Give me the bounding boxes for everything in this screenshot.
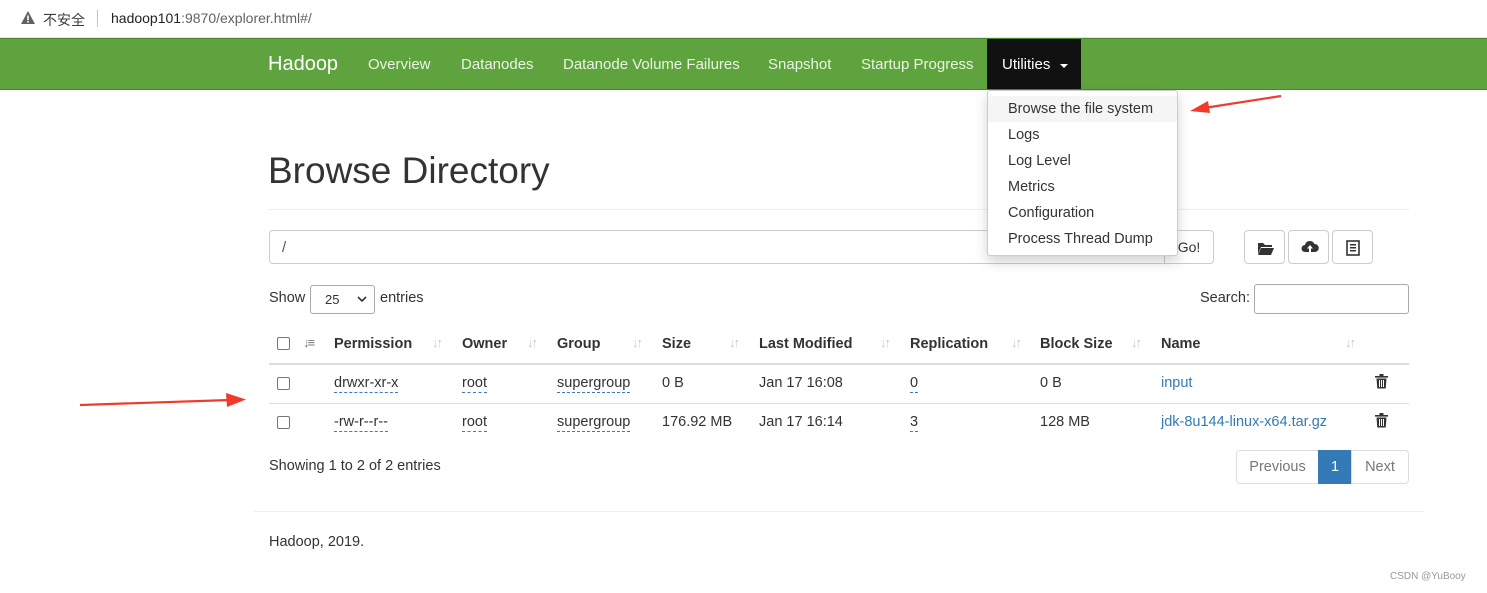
sort-icon[interactable]: ↓↑: [432, 335, 443, 350]
sort-icon[interactable]: ↓↑: [880, 335, 891, 350]
footer-divider: [254, 511, 1424, 512]
annotation-arrow-icon: [79, 393, 246, 407]
browser-address-bar: 不安全 hadoop101:9870/explorer.html#/: [0, 0, 1487, 38]
nav-snapshot[interactable]: Snapshot: [768, 56, 831, 73]
column-header-size[interactable]: Size: [662, 336, 691, 352]
column-header-name[interactable]: Name: [1161, 336, 1201, 352]
column-header-replication[interactable]: Replication: [910, 336, 988, 352]
url-text[interactable]: hadoop101:9870/explorer.html#/: [111, 10, 312, 26]
select-all-checkbox[interactable]: [277, 337, 290, 350]
sort-icon[interactable]: ↓↑: [1011, 335, 1022, 350]
row-checkbox[interactable]: [277, 377, 290, 390]
sort-icon[interactable]: ↓↑: [527, 335, 538, 350]
watermark: CSDN @YuBooy: [1390, 571, 1466, 582]
block-size-cell: 0 B: [1040, 375, 1062, 391]
block-size-cell: 128 MB: [1040, 414, 1090, 430]
permission-cell[interactable]: -rw-r--r--: [334, 414, 388, 432]
show-label: Show: [269, 290, 306, 306]
table-header-divider: [269, 363, 1409, 365]
search-label: Search:: [1200, 290, 1250, 306]
owner-cell[interactable]: root: [462, 375, 487, 393]
search-input[interactable]: [1254, 284, 1409, 314]
group-cell[interactable]: supergroup: [557, 375, 631, 393]
top-navbar: Hadoop Overview Datanodes Datanode Volum…: [0, 38, 1487, 90]
column-header-permission[interactable]: Permission: [334, 336, 412, 352]
size-cell: 0 B: [662, 375, 684, 391]
page-title: Browse Directory: [268, 150, 550, 191]
pagination-next[interactable]: Next: [1351, 450, 1409, 484]
column-header-last-modified[interactable]: Last Modified: [759, 336, 852, 352]
nav-overview[interactable]: Overview: [368, 56, 431, 73]
table-info: Showing 1 to 2 of 2 entries: [269, 458, 441, 474]
chevron-down-icon: [357, 296, 367, 303]
replication-cell[interactable]: 3: [910, 414, 919, 432]
menu-item-logs[interactable]: Logs: [988, 122, 1177, 148]
navbar-brand[interactable]: Hadoop: [268, 53, 338, 76]
trash-icon[interactable]: [1375, 374, 1388, 389]
address-separator: [97, 10, 98, 27]
row-checkbox[interactable]: [277, 416, 290, 429]
url-host: hadoop101: [111, 10, 182, 26]
last-modified-cell: Jan 17 16:08: [759, 375, 843, 391]
upload-files-button[interactable]: [1288, 230, 1329, 264]
header-divider: [268, 209, 1409, 210]
nav-datanodes[interactable]: Datanodes: [461, 56, 534, 73]
sort-asc-icon[interactable]: ↓≡: [303, 335, 315, 350]
permission-cell[interactable]: drwxr-xr-x: [334, 375, 399, 393]
row-divider: [269, 403, 1409, 404]
nav-datanode-volume-failures[interactable]: Datanode Volume Failures: [563, 56, 740, 73]
last-modified-cell: Jan 17 16:14: [759, 414, 843, 430]
menu-item-process-thread-dump[interactable]: Process Thread Dump: [988, 226, 1177, 252]
pagination-previous[interactable]: Previous: [1236, 450, 1319, 484]
warning-icon: [21, 11, 35, 24]
replication-cell[interactable]: 0: [910, 375, 919, 393]
utilities-dropdown-menu: Browse the file system Logs Log Level Me…: [987, 90, 1178, 256]
file-name-link[interactable]: jdk-8u144-linux-x64.tar.gz: [1161, 414, 1327, 430]
menu-item-configuration[interactable]: Configuration: [988, 200, 1177, 226]
sort-icon[interactable]: ↓↑: [1345, 335, 1356, 350]
size-cell: 176.92 MB: [662, 414, 733, 430]
caret-down-icon: [1060, 64, 1068, 68]
url-path: :9870/explorer.html#/: [181, 10, 312, 26]
cloud-upload-icon: [1301, 240, 1319, 254]
entries-label: entries: [380, 290, 424, 306]
column-header-group[interactable]: Group: [557, 336, 601, 352]
cut-paste-button[interactable]: [1332, 230, 1373, 264]
menu-item-metrics[interactable]: Metrics: [988, 174, 1177, 200]
sort-icon[interactable]: ↓↑: [632, 335, 643, 350]
annotation-arrow-icon: [1190, 94, 1282, 113]
sort-icon[interactable]: ↓↑: [729, 335, 740, 350]
footer-text: Hadoop, 2019.: [269, 534, 365, 550]
folder-open-icon: [1258, 243, 1274, 255]
pagination-page-1[interactable]: 1: [1318, 450, 1352, 484]
nav-startup-progress[interactable]: Startup Progress: [861, 56, 974, 73]
menu-item-browse-file-system[interactable]: Browse the file system: [988, 96, 1177, 122]
create-directory-button[interactable]: [1244, 230, 1285, 264]
column-header-block-size[interactable]: Block Size: [1040, 336, 1113, 352]
nav-utilities[interactable]: Utilities: [987, 39, 1081, 89]
owner-cell[interactable]: root: [462, 414, 487, 432]
entries-per-page-select[interactable]: 25: [310, 285, 375, 314]
file-name-link[interactable]: input: [1161, 375, 1192, 391]
group-cell[interactable]: supergroup: [557, 414, 631, 432]
list-alt-icon: [1346, 240, 1360, 256]
nav-utilities-label: Utilities: [1002, 56, 1051, 73]
trash-icon[interactable]: [1375, 413, 1388, 428]
column-header-owner[interactable]: Owner: [462, 336, 507, 352]
entries-select-value: 25: [325, 292, 340, 307]
security-label[interactable]: 不安全: [43, 10, 85, 30]
menu-item-log-level[interactable]: Log Level: [988, 148, 1177, 174]
sort-icon[interactable]: ↓↑: [1131, 335, 1142, 350]
